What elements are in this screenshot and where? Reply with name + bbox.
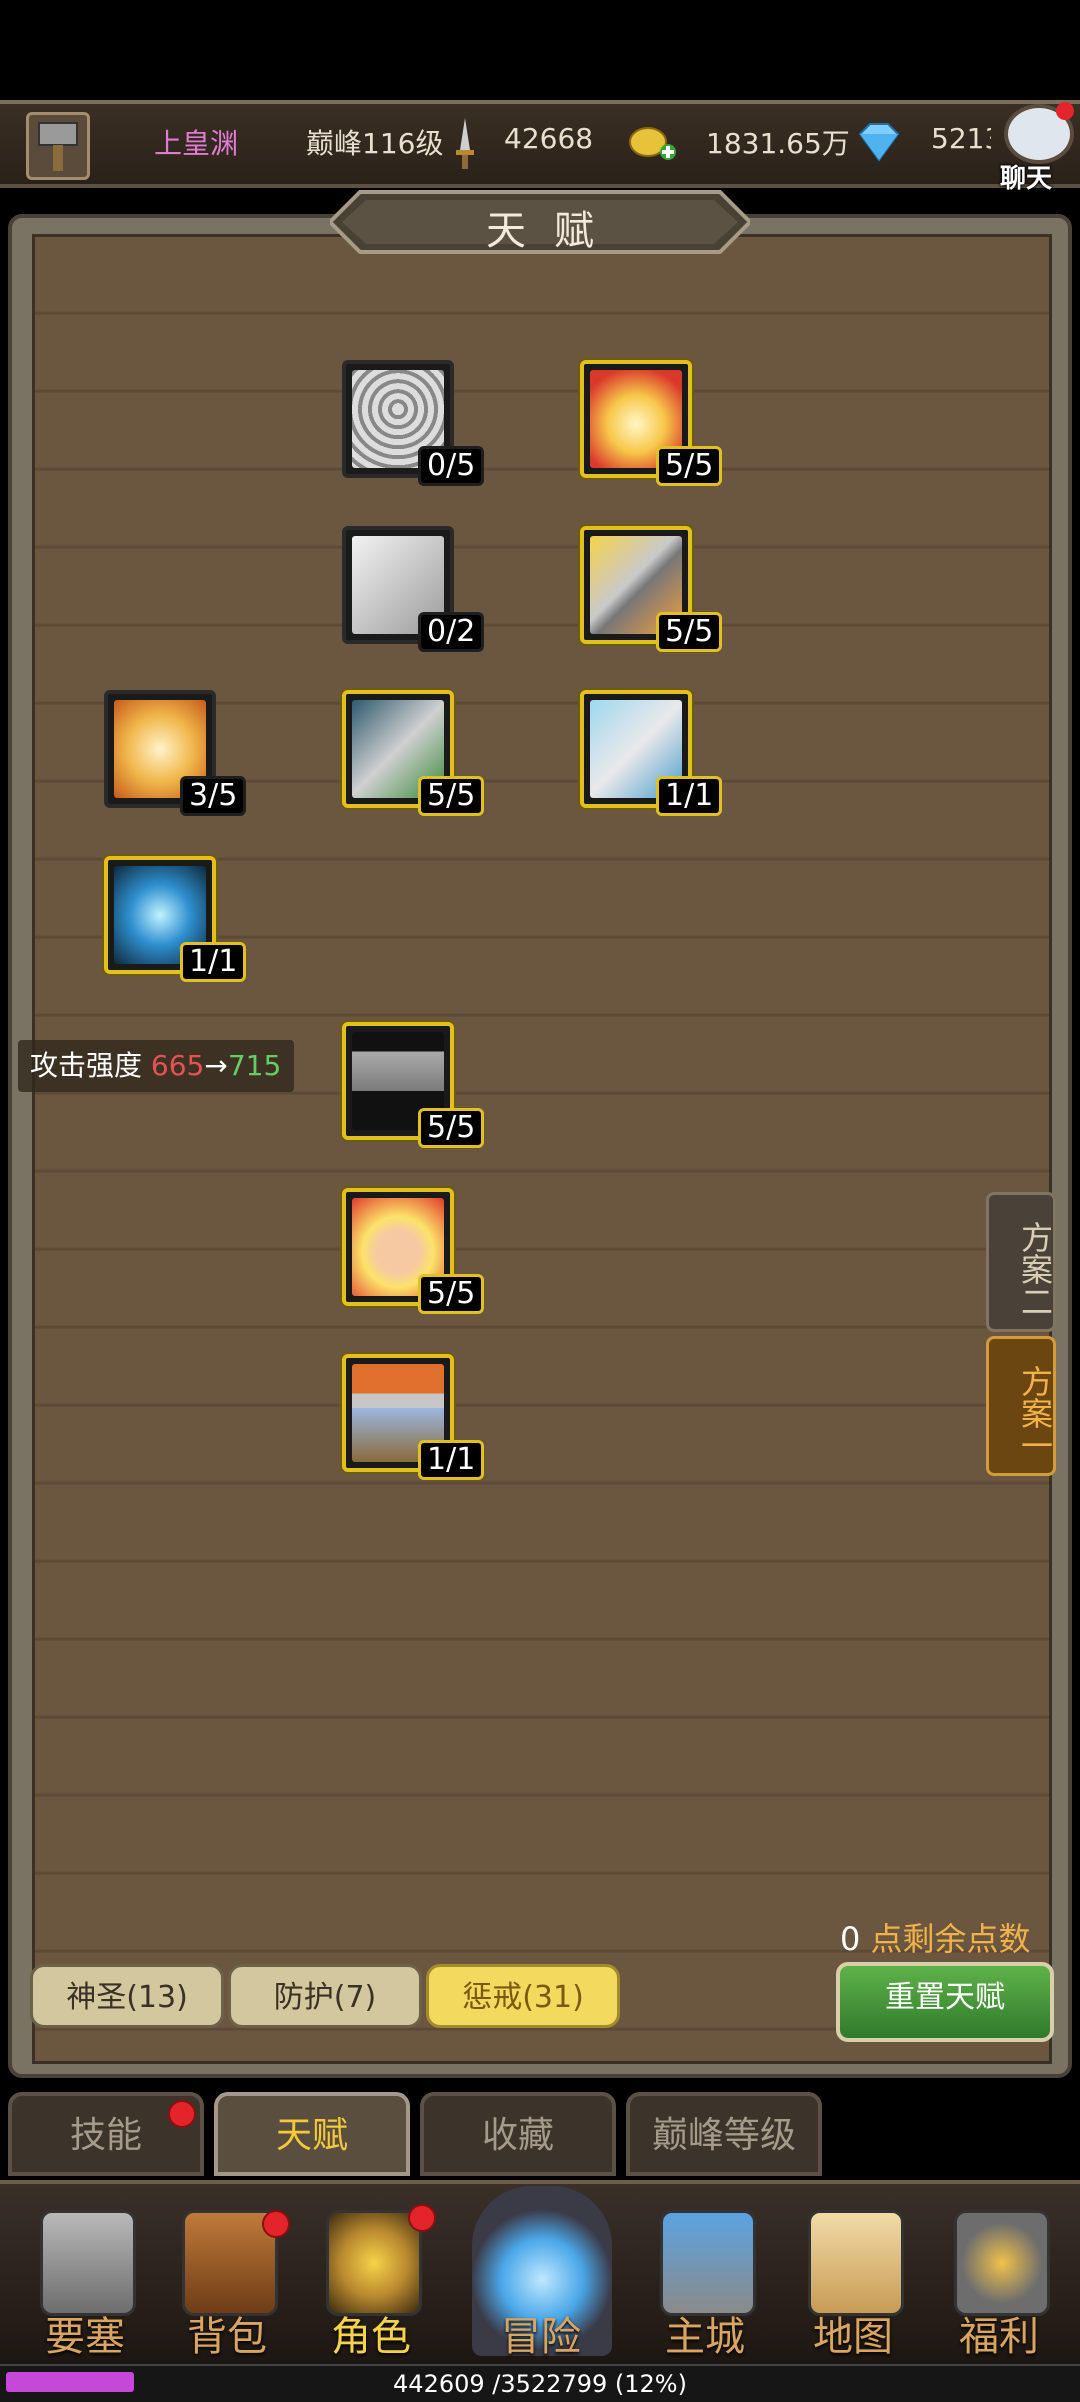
- experience-text: 442609 /3522799 (12%): [393, 2370, 687, 2398]
- points-remaining-label: 点剩余点数: [860, 1920, 1031, 1958]
- tree-tab-retribution[interactable]: 惩戒(31): [426, 1964, 620, 2028]
- nav-label: 要塞: [45, 2314, 125, 2360]
- talent-level: 5/5: [418, 1108, 485, 1148]
- combat-power-icon: [450, 116, 480, 172]
- nav-label: 背包: [187, 2314, 267, 2360]
- nav-label: 角色: [331, 2314, 411, 2360]
- talent-level: 1/1: [656, 776, 723, 816]
- points-remaining: 0 点剩余点数: [840, 1914, 1031, 1960]
- talent-level: 5/5: [656, 446, 723, 486]
- nav-label: 冒险: [501, 2314, 581, 2360]
- talent-slot[interactable]: 5/5: [342, 690, 485, 816]
- avatar[interactable]: [26, 112, 90, 180]
- plan-tab-2[interactable]: 方案二: [986, 1192, 1056, 1332]
- talent-level: 1/1: [180, 942, 247, 982]
- reset-talents-button[interactable]: 重置天赋: [836, 1962, 1054, 2042]
- tooltip-label: 攻击强度: [30, 1049, 143, 1082]
- diamond-amount: 5213: [931, 122, 991, 155]
- tab-talents[interactable]: 天赋: [214, 2092, 410, 2176]
- talent-level: 0/2: [418, 612, 485, 652]
- status-bar: [0, 0, 1080, 100]
- talent-level: 5/5: [418, 776, 485, 816]
- notification-dot: [262, 2210, 290, 2238]
- tooltip-old-value: 665: [150, 1049, 205, 1082]
- stat-tooltip: 攻击强度 665→715: [18, 1040, 294, 1092]
- talent-panel: [8, 214, 1072, 2078]
- talent-slot[interactable]: 5/5: [342, 1022, 485, 1148]
- talent-level: 5/5: [656, 612, 723, 652]
- combat-power: 42668: [504, 122, 594, 155]
- top-resource-bar: 上皇渊 巅峰116级 42668 1831.65万 5213: [0, 100, 1080, 188]
- gift-sign-icon: [954, 2210, 1050, 2316]
- tab-peak-level[interactable]: 巅峰等级: [626, 2092, 822, 2176]
- nav-adventure[interactable]: 冒险: [458, 2180, 624, 2370]
- tab-collection[interactable]: 收藏: [420, 2092, 616, 2176]
- tooltip-arrow: →: [204, 1049, 228, 1082]
- panel-title: 天赋: [486, 208, 622, 254]
- points-remaining-value: 0: [840, 1920, 861, 1958]
- talent-slot[interactable]: 5/5: [580, 526, 723, 652]
- talent-slot[interactable]: 1/1: [342, 1354, 485, 1480]
- tree-tab-protection[interactable]: 防护(7): [228, 1964, 422, 2028]
- talent-level: 1/1: [418, 1440, 485, 1480]
- talent-slot[interactable]: 5/5: [580, 360, 723, 486]
- player-name: 上皇渊: [154, 127, 239, 160]
- notification-dot: [168, 2100, 196, 2128]
- chat-label: 聊天: [1000, 164, 1053, 194]
- gold-coin-icon[interactable]: [628, 120, 678, 162]
- castle-icon: [660, 2210, 756, 2316]
- nav-welfare[interactable]: 福利: [934, 2180, 1064, 2370]
- talent-slot[interactable]: 0/2: [342, 526, 485, 652]
- experience-bar: 442609 /3522799 (12%): [0, 2364, 1080, 2402]
- talent-level: 0/5: [418, 446, 485, 486]
- chat-button[interactable]: 聊天: [994, 102, 1078, 194]
- talent-level: 3/5: [180, 776, 247, 816]
- helmet-icon: [326, 2210, 422, 2316]
- peak-level: 巅峰116级: [306, 127, 444, 160]
- talent-slot[interactable]: 0/5: [342, 360, 485, 486]
- plan-tab-1[interactable]: 方案一: [986, 1336, 1056, 1476]
- talent-slot[interactable]: 1/1: [104, 856, 247, 982]
- talent-slot[interactable]: 5/5: [342, 1188, 485, 1314]
- gold-amount: 1831.65万: [706, 127, 850, 160]
- fortress-icon: [40, 2210, 136, 2316]
- panel-title-plate: 天赋: [330, 188, 750, 256]
- talent-level: 5/5: [418, 1274, 485, 1314]
- talent-slot[interactable]: 1/1: [580, 690, 723, 816]
- talent-board: [32, 234, 1052, 2064]
- nav-label: 福利: [959, 2314, 1039, 2360]
- nav-fortress[interactable]: 要塞: [20, 2180, 150, 2370]
- nav-map[interactable]: 地图: [788, 2180, 918, 2370]
- notification-dot: [408, 2204, 436, 2232]
- tooltip-new-value: 715: [227, 1049, 282, 1082]
- notification-dot: [1056, 102, 1074, 120]
- diamond-icon[interactable]: [852, 120, 906, 164]
- tree-tab-holy[interactable]: 神圣(13): [30, 1964, 224, 2028]
- nav-label: 主城: [665, 2314, 745, 2360]
- nav-label: 地图: [813, 2314, 893, 2360]
- scroll-map-icon: [808, 2210, 904, 2316]
- nav-main-city[interactable]: 主城: [640, 2180, 770, 2370]
- nav-backpack[interactable]: 背包: [162, 2180, 292, 2370]
- talent-slot[interactable]: 3/5: [104, 690, 247, 816]
